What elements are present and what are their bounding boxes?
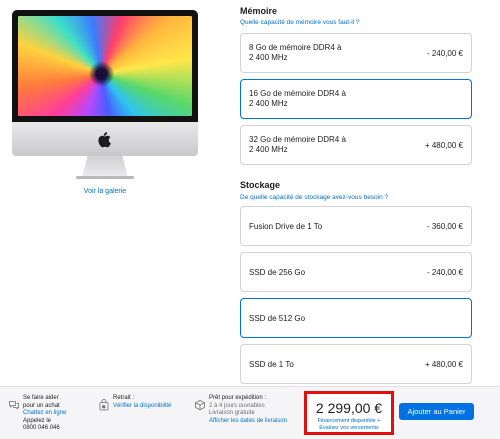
- help-line-2: pour un achat: [23, 402, 60, 409]
- price-highlight-box: 2 299,00 € Financement disponible + Éval…: [304, 391, 394, 435]
- option-label: 8 Go de mémoire DDR4 à: [249, 43, 342, 52]
- financing-label: Financement disponible: [317, 418, 376, 424]
- option-price: + 480,00 €: [424, 360, 463, 369]
- shipping-time: 2 à 4 jours ouvrables: [209, 402, 265, 409]
- pickup-label: Retrait :: [113, 395, 135, 401]
- chat-online-link[interactable]: Chattez en ligne: [23, 410, 66, 418]
- shipping-box-icon: [195, 400, 205, 411]
- wallpaper-image: [18, 16, 192, 116]
- option-label: Fusion Drive de 1 To: [249, 222, 323, 231]
- call-label: Appelez le: [23, 417, 52, 424]
- shipping-block: Prêt pour expédition : 2 à 4 jours ouvra…: [209, 395, 287, 425]
- option-label: 32 Go de mémoire DDR4 à: [249, 135, 346, 144]
- option-label: SSD de 512 Go: [249, 314, 306, 323]
- option-label: SSD de 1 To: [249, 360, 294, 369]
- pickup-block: Retrait : Vérifier la disponibilité: [113, 395, 171, 410]
- total-price: 2 299,00 €: [315, 400, 383, 416]
- storage-option-ssd-512[interactable]: SSD de 512 Go: [240, 298, 472, 338]
- option-price: - 240,00 €: [426, 49, 463, 58]
- storage-option-fusion-1tb[interactable]: Fusion Drive de 1 To - 360,00 €: [240, 206, 472, 246]
- option-price: - 360,00 €: [426, 222, 463, 231]
- store-bag-icon: [99, 399, 109, 411]
- chat-icon: [9, 401, 19, 410]
- free-delivery: Livraison gratuite: [209, 410, 255, 416]
- delivery-dates-link[interactable]: Afficher les dates de livraison: [209, 418, 287, 426]
- storage-option-ssd-256[interactable]: SSD de 256 Go - 240,00 €: [240, 252, 472, 292]
- memory-option-32gb[interactable]: 32 Go de mémoire DDR4 à 2 400 MHz + 480,…: [240, 125, 472, 165]
- imac-stand-foot: [76, 176, 134, 179]
- option-label: SSD de 256 Go: [249, 268, 306, 277]
- option-label: 2 400 MHz: [249, 53, 288, 62]
- memory-help-link[interactable]: Quelle capacité de mémoire vous faut-il …: [240, 19, 360, 26]
- gallery-link[interactable]: Voir la galerie: [12, 188, 198, 195]
- plus-icon: +: [377, 418, 381, 424]
- storage-option-ssd-1tb[interactable]: SSD de 1 To + 480,00 €: [240, 344, 472, 384]
- memory-option-16gb[interactable]: 16 Go de mémoire DDR4 à 2 400 MHz: [240, 79, 472, 119]
- financing-link[interactable]: Financement disponible +: [307, 418, 391, 424]
- add-to-cart-button[interactable]: Ajouter au Panier: [399, 403, 474, 420]
- option-price: + 480,00 €: [424, 141, 463, 150]
- payments-link[interactable]: Évaluez vos versements: [307, 425, 391, 431]
- phone-number: 0800 046 046: [23, 425, 60, 431]
- memory-option-8gb[interactable]: 8 Go de mémoire DDR4 à 2 400 MHz - 240,0…: [240, 33, 472, 73]
- option-label: 2 400 MHz: [249, 145, 288, 154]
- storage-section-title: Stockage: [240, 180, 281, 190]
- help-block: Se faire aider pour un achat Chattez en …: [23, 395, 66, 433]
- apple-logo-icon: [98, 132, 111, 148]
- help-line-1: Se faire aider: [23, 395, 59, 401]
- storage-help-link[interactable]: De quelle capacité de stockage avez-vous…: [240, 194, 388, 201]
- option-label: 2 400 MHz: [249, 99, 288, 108]
- imac-screen: [12, 10, 198, 122]
- option-label: 16 Go de mémoire DDR4 à: [249, 89, 346, 98]
- check-availability-link[interactable]: Vérifier la disponibilité: [113, 403, 171, 411]
- option-price: - 240,00 €: [426, 268, 463, 277]
- shipping-label: Prêt pour expédition :: [209, 395, 267, 401]
- memory-section-title: Mémoire: [240, 6, 278, 16]
- imac-stand: [82, 156, 128, 178]
